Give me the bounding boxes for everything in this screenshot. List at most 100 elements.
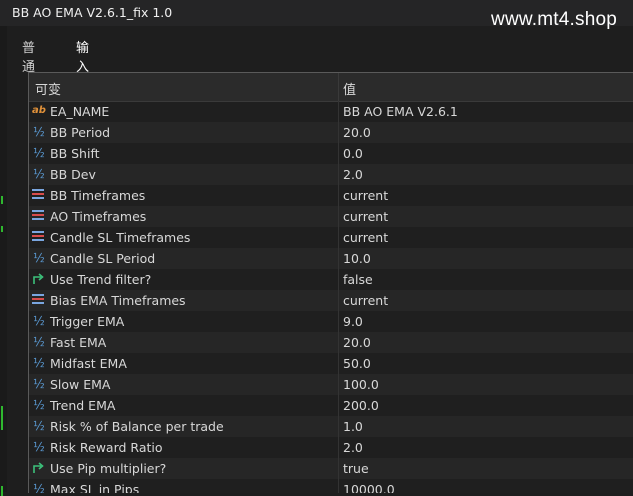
chart-tick [1,196,3,204]
number-icon: ½ [33,146,45,160]
cell-divider [338,122,339,143]
bool-icon [32,461,46,475]
parameter-value[interactable]: false [343,272,373,287]
table-row[interactable]: ½ Midfast EMA 50.0 [29,353,633,374]
cell-divider [338,395,339,416]
table-row[interactable]: ½ BB Dev 2.0 [29,164,633,185]
table-row[interactable]: Bias EMA Timeframes current [29,290,633,311]
table-row[interactable]: AO Timeframes current [29,206,633,227]
parameter-value[interactable]: 2.0 [343,167,363,182]
column-divider[interactable] [338,73,339,101]
number-icon: ½ [33,335,45,349]
parameter-value[interactable]: 9.0 [343,314,363,329]
column-header-value[interactable]: 值 [343,79,356,98]
parameter-name: Use Pip multiplier? [50,461,167,476]
cell-divider [338,311,339,332]
number-icon: ½ [33,377,45,391]
cell-divider [338,479,339,493]
cell-divider [338,332,339,353]
cell-divider [338,164,339,185]
parameter-name: Slow EMA [50,377,111,392]
parameter-value[interactable]: 2.0 [343,440,363,455]
inputs-table: 可变 值 ab EA_NAME BB AO EMA V2.6.1 ½ BB Period… [28,72,633,493]
parameter-name: AO Timeframes [50,209,147,224]
parameter-value[interactable]: current [343,293,388,308]
parameter-value[interactable]: current [343,188,388,203]
parameter-value[interactable]: BB AO EMA V2.6.1 [343,104,458,119]
parameter-name: BB Timeframes [50,188,146,203]
window-title: BB AO EMA V2.6.1_fix 1.0 [12,5,173,20]
parameter-name: Trend EMA [50,398,116,413]
cell-divider [338,248,339,269]
cell-divider [338,416,339,437]
parameter-name: Midfast EMA [50,356,127,371]
table-row[interactable]: ½ BB Shift 0.0 [29,143,633,164]
parameter-value[interactable]: 20.0 [343,125,371,140]
parameter-value[interactable]: 10.0 [343,251,371,266]
parameter-value[interactable]: 0.0 [343,146,363,161]
parameter-value[interactable]: 100.0 [343,377,379,392]
cell-divider [338,269,339,290]
parameter-value[interactable]: 20.0 [343,335,371,350]
table-row[interactable]: Candle SL Timeframes current [29,227,633,248]
table-row[interactable]: BB Timeframes current [29,185,633,206]
parameter-name: Fast EMA [50,335,107,350]
tab-general[interactable]: 普通 [22,37,35,75]
number-icon: ½ [33,440,45,454]
parameter-name: Bias EMA Timeframes [50,293,186,308]
table-row[interactable]: ½ Slow EMA 100.0 [29,374,633,395]
parameter-value[interactable]: current [343,209,388,224]
table-row[interactable]: Use Trend filter? false [29,269,633,290]
parameter-value[interactable]: true [343,461,369,476]
parameter-name: Candle SL Timeframes [50,230,191,245]
tab-inputs[interactable]: 输入 [76,37,90,82]
cell-divider [338,227,339,248]
cell-divider [338,374,339,395]
table-body: ab EA_NAME BB AO EMA V2.6.1 ½ BB Period 20.0 ½… [29,101,633,493]
table-row[interactable]: ½ Candle SL Period 10.0 [29,248,633,269]
number-icon: ½ [33,356,45,370]
parameter-value[interactable]: 1.0 [343,419,363,434]
chart-tick [1,226,3,232]
table-row[interactable]: ½ Trigger EMA 9.0 [29,311,633,332]
parameter-value[interactable]: 50.0 [343,356,371,371]
table-row[interactable]: Use Pip multiplier? true [29,458,633,479]
table-row[interactable]: ab EA_NAME BB AO EMA V2.6.1 [29,101,633,122]
cell-divider [338,143,339,164]
table-row[interactable]: ½ Risk % of Balance per trade 1.0 [29,416,633,437]
enum-icon [32,230,46,244]
number-icon: ½ [33,482,45,493]
cell-divider [338,437,339,458]
parameter-name: Candle SL Period [50,251,156,266]
number-icon: ½ [33,251,45,265]
table-row[interactable]: ½ Trend EMA 200.0 [29,395,633,416]
column-header-variable[interactable]: 可变 [35,79,61,98]
table-row[interactable]: ½ Max SL in Pips 10000.0 [29,479,633,493]
cell-divider [338,185,339,206]
number-icon: ½ [33,125,45,139]
cell-divider [338,458,339,479]
parameter-name: BB Period [50,125,111,140]
number-icon: ½ [33,167,45,181]
table-row[interactable]: ½ Fast EMA 20.0 [29,332,633,353]
number-icon: ½ [33,314,45,328]
bool-icon [32,272,46,286]
parameter-value[interactable]: 200.0 [343,398,379,413]
string-icon: ab [32,105,46,116]
parameter-name: Trigger EMA [50,314,125,329]
watermark: www.mt4.shop [491,9,617,30]
cell-divider [338,290,339,311]
enum-icon [32,188,46,202]
cell-divider [338,353,339,374]
cell-divider [338,101,339,122]
parameter-name: Use Trend filter? [50,272,152,287]
table-row[interactable]: ½ BB Period 20.0 [29,122,633,143]
chart-tick [1,406,3,430]
enum-icon [32,293,46,307]
number-icon: ½ [33,398,45,412]
table-row[interactable]: ½ Risk Reward Ratio 2.0 [29,437,633,458]
parameter-value[interactable]: 10000.0 [343,482,395,493]
parameter-value[interactable]: current [343,230,388,245]
parameter-name: BB Shift [50,146,100,161]
parameter-name: Max SL in Pips [50,482,140,493]
